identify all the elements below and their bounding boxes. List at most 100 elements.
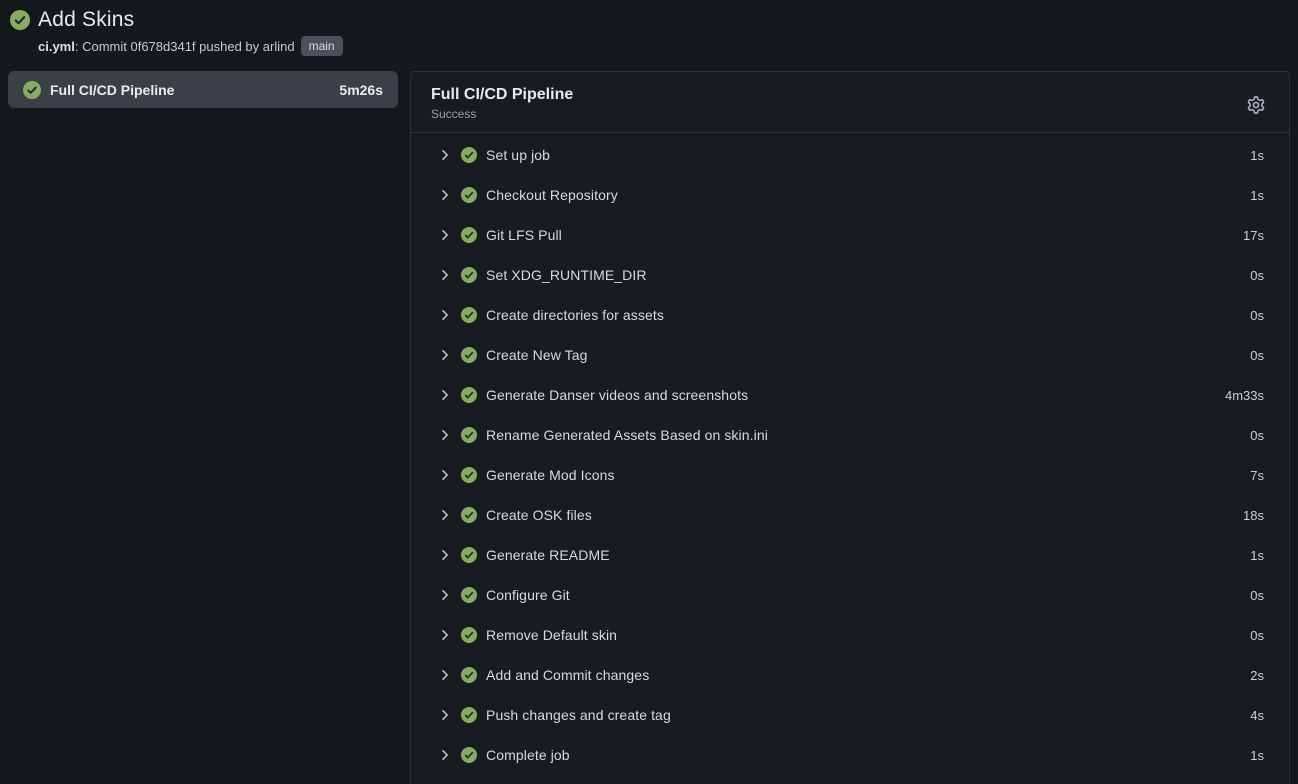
step-row[interactable]: Checkout Repository 1s (411, 175, 1289, 215)
step-row[interactable]: Generate README 1s (411, 535, 1289, 575)
step-name: Configure Git (486, 587, 1250, 603)
run-header: Add Skins ci.yml: Commit 0f678d341f push… (0, 0, 1298, 56)
step-name: Git LFS Pull (486, 227, 1243, 243)
chevron-right-icon[interactable] (438, 148, 452, 162)
chevron-right-icon[interactable] (438, 188, 452, 202)
chevron-right-icon[interactable] (438, 388, 452, 402)
job-name: Full CI/CD Pipeline (50, 82, 174, 98)
step-duration: 1s (1250, 148, 1264, 163)
chevron-right-icon[interactable] (438, 588, 452, 602)
step-duration: 0s (1250, 628, 1264, 643)
step-row[interactable]: Create directories for assets 0s (411, 295, 1289, 335)
chevron-right-icon[interactable] (438, 428, 452, 442)
step-row[interactable]: Git LFS Pull 17s (411, 215, 1289, 255)
job-settings-button[interactable] (1243, 92, 1269, 118)
step-row[interactable]: Add and Commit changes 2s (411, 655, 1289, 695)
chevron-right-icon[interactable] (438, 468, 452, 482)
check-circle-icon (461, 627, 477, 643)
run-subtitle: ci.yml: Commit 0f678d341f pushed by arli… (38, 36, 1298, 56)
step-row[interactable]: Generate Mod Icons 7s (411, 455, 1289, 495)
step-name: Create directories for assets (486, 307, 1250, 323)
step-name: Remove Default skin (486, 627, 1250, 643)
step-duration: 1s (1250, 188, 1264, 203)
pushed-by-text: pushed by arlind (196, 39, 295, 54)
check-circle-icon (461, 147, 477, 163)
job-panel-header: Full CI/CD Pipeline Success (411, 72, 1289, 133)
run-status-check-circle-icon (10, 10, 30, 30)
check-circle-icon (461, 227, 477, 243)
chevron-right-icon[interactable] (438, 348, 452, 362)
step-duration: 4s (1250, 708, 1264, 723)
chevron-right-icon[interactable] (438, 748, 452, 762)
step-duration: 0s (1250, 348, 1264, 363)
check-circle-icon (461, 507, 477, 523)
step-duration: 1s (1250, 748, 1264, 763)
step-duration: 7s (1250, 468, 1264, 483)
step-row[interactable]: Generate Danser videos and screenshots 4… (411, 375, 1289, 415)
step-duration: 18s (1243, 508, 1264, 523)
commit-text-prefix: : Commit (75, 39, 131, 54)
step-name: Create New Tag (486, 347, 1250, 363)
step-row[interactable]: Create OSK files 18s (411, 495, 1289, 535)
step-duration: 0s (1250, 588, 1264, 603)
check-circle-icon (461, 307, 477, 323)
step-name: Complete job (486, 747, 1250, 763)
step-row[interactable]: Set up job 1s (411, 135, 1289, 175)
check-circle-icon (461, 267, 477, 283)
check-circle-icon (461, 467, 477, 483)
step-duration: 0s (1250, 308, 1264, 323)
step-name: Generate Mod Icons (486, 467, 1250, 483)
step-name: Generate Danser videos and screenshots (486, 387, 1225, 403)
step-row[interactable]: Configure Git 0s (411, 575, 1289, 615)
step-name: Generate README (486, 547, 1250, 563)
step-duration: 2s (1250, 668, 1264, 683)
step-name: Checkout Repository (486, 187, 1250, 203)
step-row[interactable]: Set XDG_RUNTIME_DIR 0s (411, 255, 1289, 295)
step-row[interactable]: Complete job 1s (411, 735, 1289, 775)
sidebar-job-item[interactable]: Full CI/CD Pipeline 5m26s (8, 71, 398, 108)
job-detail-panel: Full CI/CD Pipeline Success (410, 71, 1290, 784)
chevron-right-icon[interactable] (438, 308, 452, 322)
step-name: Set up job (486, 147, 1250, 163)
check-circle-icon (461, 347, 477, 363)
chevron-right-icon[interactable] (438, 268, 452, 282)
gear-icon (1247, 96, 1265, 114)
step-duration: 1s (1250, 548, 1264, 563)
step-duration: 4m33s (1225, 388, 1264, 403)
step-name: Create OSK files (486, 507, 1243, 523)
step-row[interactable]: Rename Generated Assets Based on skin.in… (411, 415, 1289, 455)
chevron-right-icon[interactable] (438, 548, 452, 562)
check-circle-icon (461, 707, 477, 723)
check-circle-icon (461, 747, 477, 763)
steps-list: Set up job 1s (411, 133, 1289, 781)
branch-badge[interactable]: main (301, 36, 343, 56)
check-circle-icon (461, 387, 477, 403)
step-name: Set XDG_RUNTIME_DIR (486, 267, 1250, 283)
step-row[interactable]: Create New Tag 0s (411, 335, 1289, 375)
chevron-right-icon[interactable] (438, 708, 452, 722)
step-name: Add and Commit changes (486, 667, 1250, 683)
step-duration: 17s (1243, 228, 1264, 243)
job-status-check-circle-icon (23, 81, 41, 99)
step-row[interactable]: Remove Default skin 0s (411, 615, 1289, 655)
jobs-sidebar: Full CI/CD Pipeline 5m26s (8, 71, 398, 108)
check-circle-icon (461, 187, 477, 203)
chevron-right-icon[interactable] (438, 508, 452, 522)
step-name: Rename Generated Assets Based on skin.in… (486, 427, 1250, 443)
check-circle-icon (461, 427, 477, 443)
step-duration: 0s (1250, 428, 1264, 443)
chevron-right-icon[interactable] (438, 668, 452, 682)
commit-sha-link[interactable]: 0f678d341f (130, 39, 195, 54)
chevron-right-icon[interactable] (438, 228, 452, 242)
run-title: Add Skins (38, 8, 134, 32)
job-duration: 5m26s (339, 82, 383, 98)
chevron-right-icon[interactable] (438, 628, 452, 642)
step-duration: 0s (1250, 268, 1264, 283)
workflow-file-name: ci.yml (38, 39, 75, 54)
step-name: Push changes and create tag (486, 707, 1250, 723)
check-circle-icon (461, 587, 477, 603)
job-panel-title: Full CI/CD Pipeline (431, 86, 573, 104)
step-row[interactable]: Push changes and create tag 4s (411, 695, 1289, 735)
check-circle-icon (461, 667, 477, 683)
job-panel-status-text: Success (431, 107, 573, 121)
